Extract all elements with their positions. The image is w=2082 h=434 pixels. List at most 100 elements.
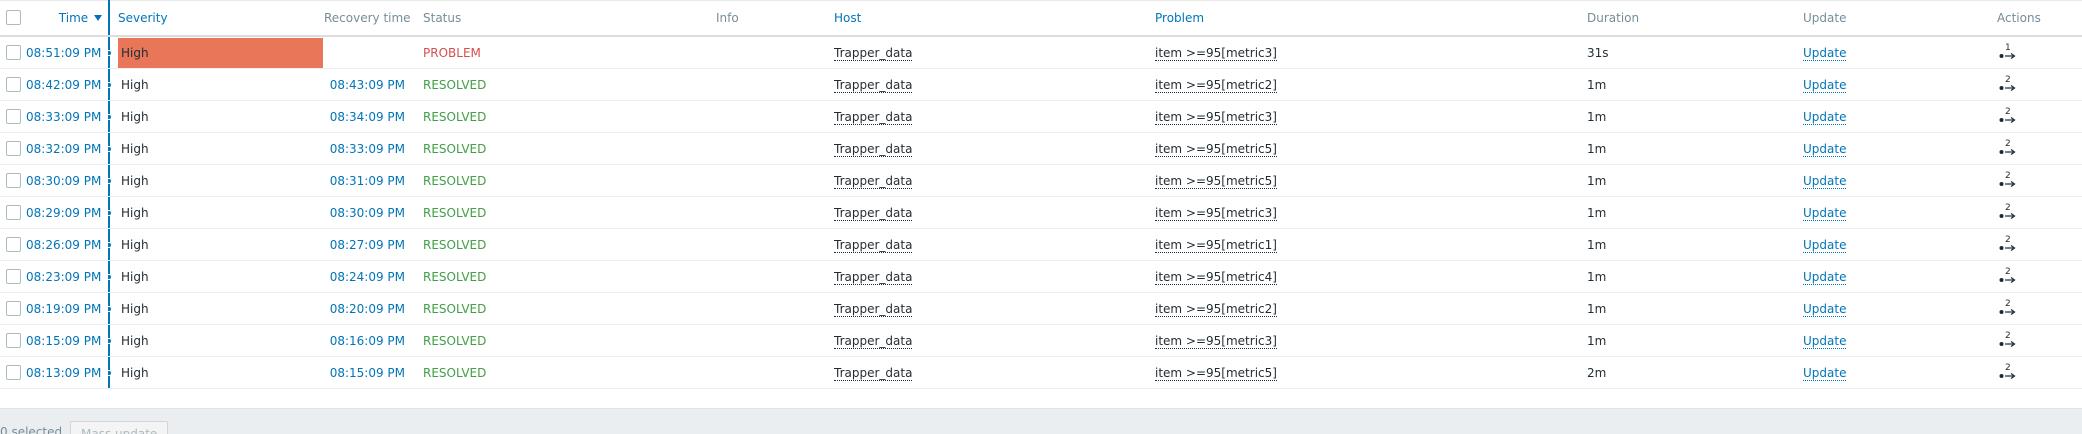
update-link[interactable]: Update — [1803, 205, 1847, 221]
problem-cell: item >=95[metric2] — [1149, 292, 1579, 325]
update-link[interactable]: Update — [1803, 45, 1847, 61]
row-checkbox[interactable] — [6, 173, 21, 188]
info-cell — [710, 68, 828, 101]
problem-link[interactable]: item >=95[metric4] — [1155, 269, 1277, 285]
row-checkbox[interactable] — [6, 365, 21, 380]
host-link[interactable]: Trapper_data — [834, 173, 913, 189]
problem-link[interactable]: item >=95[metric2] — [1155, 77, 1277, 93]
problem-cell: item >=95[metric2] — [1149, 68, 1579, 101]
recovery-time-link[interactable]: 08:43:09 PM — [330, 78, 405, 92]
problem-link[interactable]: item >=95[metric3] — [1155, 205, 1277, 221]
host-link[interactable]: Trapper_data — [834, 141, 913, 157]
actions-icon[interactable]: 2 — [1999, 331, 2017, 348]
time-link[interactable]: 08:42:09 PM — [26, 78, 108, 92]
time-link[interactable]: 08:30:09 PM — [26, 174, 108, 188]
time-cell: 08:13:09 PM — [26, 356, 108, 389]
problem-link[interactable]: item >=95[metric5] — [1155, 141, 1277, 157]
recovery-time-link[interactable]: 08:33:09 PM — [330, 142, 405, 156]
row-checkbox[interactable] — [6, 77, 21, 92]
update-link[interactable]: Update — [1803, 365, 1847, 381]
timeline-line — [108, 69, 112, 100]
recovery-time-link[interactable]: 08:31:09 PM — [330, 174, 405, 188]
time-link[interactable]: 08:51:09 PM — [26, 46, 108, 60]
update-link[interactable]: Update — [1803, 269, 1847, 285]
recovery-time-cell: 08:43:09 PM — [324, 68, 415, 101]
recovery-time-link[interactable]: 08:30:09 PM — [330, 206, 405, 220]
update-link[interactable]: Update — [1803, 237, 1847, 253]
problem-link[interactable]: item >=95[metric3] — [1155, 333, 1277, 349]
col-header-time[interactable]: Time — [26, 0, 108, 37]
host-link[interactable]: Trapper_data — [834, 269, 913, 285]
host-link[interactable]: Trapper_data — [834, 205, 913, 221]
col-header-host[interactable]: Host — [828, 0, 1149, 37]
recovery-time-link[interactable]: 08:15:09 PM — [330, 366, 405, 380]
problem-link[interactable]: item >=95[metric3] — [1155, 109, 1277, 125]
host-link[interactable]: Trapper_data — [834, 301, 913, 317]
problem-link[interactable]: item >=95[metric1] — [1155, 237, 1277, 253]
host-link[interactable]: Trapper_data — [834, 333, 913, 349]
actions-icon[interactable]: 2 — [1999, 75, 2017, 92]
problem-link[interactable]: item >=95[metric5] — [1155, 173, 1277, 189]
actions-icon[interactable]: 2 — [1999, 203, 2017, 220]
row-checkbox[interactable] — [6, 45, 21, 60]
mass-update-button[interactable]: Mass update — [70, 421, 169, 434]
time-link[interactable]: 08:13:09 PM — [26, 366, 108, 380]
recovery-time-link[interactable]: 08:16:09 PM — [330, 334, 405, 348]
actions-icon[interactable]: 2 — [1999, 171, 2017, 188]
recovery-time-link[interactable]: 08:20:09 PM — [330, 302, 405, 316]
update-link[interactable]: Update — [1803, 333, 1847, 349]
time-link[interactable]: 08:26:09 PM — [26, 238, 108, 252]
recovery-time-link[interactable]: 08:24:09 PM — [330, 270, 405, 284]
actions-icon[interactable]: 2 — [1999, 267, 2017, 284]
host-link[interactable]: Trapper_data — [834, 365, 913, 381]
row-checkbox[interactable] — [6, 109, 21, 124]
time-link[interactable]: 08:15:09 PM — [26, 334, 108, 348]
update-link[interactable]: Update — [1803, 173, 1847, 189]
row-checkbox[interactable] — [6, 141, 21, 156]
col-header-problem-label: Problem — [1155, 10, 1205, 25]
time-link[interactable]: 08:33:09 PM — [26, 110, 108, 124]
update-link[interactable]: Update — [1803, 141, 1847, 157]
problem-link[interactable]: item >=95[metric5] — [1155, 365, 1277, 381]
host-link[interactable]: Trapper_data — [834, 45, 913, 61]
row-checkbox[interactable] — [6, 269, 21, 284]
actions-icon[interactable]: 2 — [1999, 235, 2017, 252]
host-link[interactable]: Trapper_data — [834, 237, 913, 253]
col-header-problem[interactable]: Problem — [1149, 0, 1579, 37]
row-checkbox[interactable] — [6, 205, 21, 220]
duration-value: 1m — [1587, 269, 1607, 284]
row-checkbox[interactable] — [6, 301, 21, 316]
status-cell: RESOLVED — [415, 356, 710, 389]
recovery-time-link[interactable]: 08:27:09 PM — [330, 238, 405, 252]
problem-link[interactable]: item >=95[metric2] — [1155, 301, 1277, 317]
actions-icon[interactable]: 2 — [1999, 363, 2017, 380]
time-link[interactable]: 08:29:09 PM — [26, 206, 108, 220]
time-link[interactable]: 08:32:09 PM — [26, 142, 108, 156]
update-link[interactable]: Update — [1803, 109, 1847, 125]
timeline-cell — [108, 100, 112, 133]
host-link[interactable]: Trapper_data — [834, 109, 913, 125]
update-link[interactable]: Update — [1803, 77, 1847, 93]
time-link[interactable]: 08:19:09 PM — [26, 302, 108, 316]
select-all-checkbox[interactable] — [6, 10, 21, 25]
row-checkbox[interactable] — [6, 237, 21, 252]
col-header-time-label: Time — [58, 10, 89, 25]
row-checkbox[interactable] — [6, 333, 21, 348]
host-link[interactable]: Trapper_data — [834, 77, 913, 93]
time-link[interactable]: 08:23:09 PM — [26, 270, 108, 284]
actions-icon[interactable]: 2 — [1999, 299, 2017, 316]
actions-icon[interactable]: 1 — [1999, 43, 2017, 60]
actions-cell: 2 — [1989, 356, 2082, 389]
duration-value: 1m — [1587, 237, 1607, 252]
recovery-time-link[interactable]: 08:34:09 PM — [330, 110, 405, 124]
problem-link[interactable]: item >=95[metric3] — [1155, 45, 1277, 61]
actions-cell: 2 — [1989, 292, 2082, 325]
actions-icon[interactable]: 2 — [1999, 107, 2017, 124]
host-cell: Trapper_data — [828, 260, 1149, 293]
severity-cell: High — [112, 228, 324, 261]
info-cell — [710, 260, 828, 293]
actions-icon[interactable]: 2 — [1999, 139, 2017, 156]
update-link[interactable]: Update — [1803, 301, 1847, 317]
update-cell: Update — [1797, 228, 1989, 261]
col-header-severity[interactable]: Severity — [112, 0, 324, 37]
